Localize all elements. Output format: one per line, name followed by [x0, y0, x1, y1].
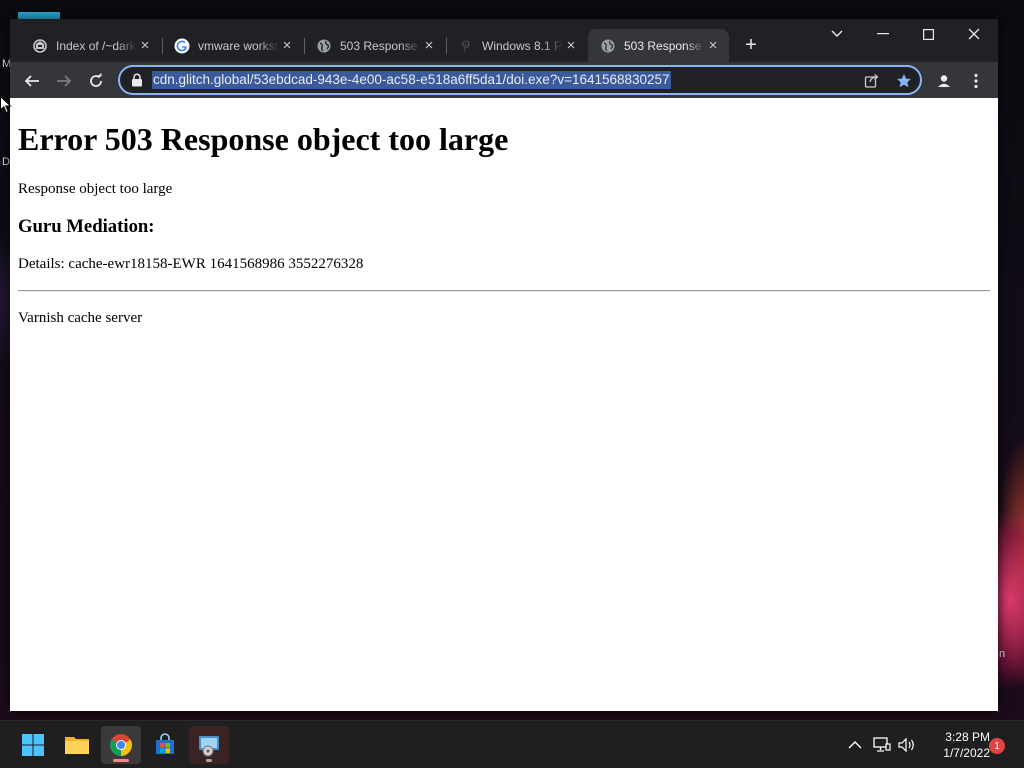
menu-button[interactable]	[962, 67, 990, 95]
setup-icon	[199, 736, 219, 757]
pinterest-icon	[458, 38, 474, 54]
browser-toolbar: cdn.glitch.global/53ebdcad-943e-4e00-ac5…	[10, 62, 998, 98]
reload-icon	[90, 73, 102, 87]
taskbar: 3:28 PM 1/7/2022 1	[0, 720, 1024, 768]
clock-date: 1/7/2022	[943, 746, 990, 760]
browser-window: Index of /~darkne × vmware workstation ×…	[10, 19, 998, 711]
lock-icon[interactable]	[130, 73, 144, 87]
server-footer: Varnish cache server	[18, 310, 143, 326]
notification-badge[interactable]: 1	[989, 738, 1005, 754]
forward-button[interactable]	[50, 67, 78, 95]
tab-title: 503 Response object	[624, 38, 705, 53]
reload-button[interactable]	[82, 67, 110, 95]
error-message: Response object too large	[18, 181, 173, 197]
bookmark-button[interactable]	[894, 71, 914, 91]
chevron-down-icon	[831, 30, 843, 37]
error-details: Details: cache-ewr18158-EWR 1641568986 3…	[18, 256, 364, 272]
chevron-up-icon	[848, 741, 862, 749]
tab-index-of[interactable]: Index of /~darkne ×	[20, 29, 161, 62]
tab-windows-81[interactable]: Windows 8.1 Pro ×	[446, 29, 587, 62]
system-clock[interactable]: 3:28 PM 1/7/2022	[924, 729, 990, 761]
desktop-edge-label: D	[2, 156, 10, 168]
store-button[interactable]	[145, 726, 185, 764]
address-bar[interactable]: cdn.glitch.global/53ebdcad-943e-4e00-ac5…	[118, 65, 922, 95]
tab-title: vmware workstation	[198, 38, 279, 53]
url-text[interactable]: cdn.glitch.global/53ebdcad-943e-4e00-ac5…	[152, 71, 671, 89]
start-button[interactable]	[13, 726, 53, 764]
minimize-icon	[877, 33, 889, 35]
file-explorer-button[interactable]	[57, 726, 97, 764]
network-icon[interactable]	[872, 735, 892, 755]
maximize-icon	[922, 28, 934, 40]
clock-time: 3:28 PM	[945, 730, 990, 744]
tab-title: Windows 8.1 Pro	[482, 38, 563, 53]
show-hidden-icons-button[interactable]	[845, 735, 865, 755]
close-icon	[968, 28, 980, 40]
mouse-cursor-icon	[0, 96, 12, 114]
error-heading: Error 503 Response object too large	[18, 121, 509, 157]
tab-vmware[interactable]: vmware workstation ×	[162, 29, 303, 62]
windows-icon	[22, 734, 44, 756]
volume-icon[interactable]	[897, 735, 917, 755]
kebab-menu-icon	[974, 73, 978, 89]
installer-taskbar-button[interactable]	[189, 726, 229, 764]
google-icon	[174, 38, 190, 54]
close-icon[interactable]: ×	[563, 38, 579, 54]
maximize-button[interactable]	[914, 23, 942, 45]
globe-icon	[316, 38, 332, 54]
arrow-left-icon	[24, 75, 39, 87]
running-indicator	[113, 759, 129, 762]
tab-strip: Index of /~darkne × vmware workstation ×…	[10, 19, 998, 62]
divider	[18, 290, 990, 292]
running-indicator	[206, 759, 212, 762]
close-icon[interactable]: ×	[705, 38, 721, 54]
back-button[interactable]	[18, 67, 46, 95]
store-icon	[156, 733, 174, 754]
page-content: Error 503 Response object too large Resp…	[10, 98, 998, 711]
tab-503-response-active[interactable]: 503 Response object ×	[588, 29, 729, 62]
globe-icon	[600, 38, 616, 54]
guru-mediation-heading: Guru Mediation:	[18, 216, 155, 237]
tab-search-button[interactable]	[823, 23, 851, 45]
tab-503-response[interactable]: 503 Response object ×	[304, 29, 445, 62]
tab-title: Index of /~darkne	[56, 38, 137, 53]
new-tab-button[interactable]: +	[740, 34, 762, 56]
desktop-edge-label: n	[999, 648, 1006, 660]
close-window-button[interactable]	[960, 23, 988, 45]
star-icon	[897, 74, 911, 88]
close-icon[interactable]: ×	[279, 38, 295, 54]
share-icon	[864, 74, 879, 88]
profile-button[interactable]	[930, 67, 958, 95]
archive-icon	[32, 38, 48, 54]
folder-icon	[65, 737, 89, 754]
minimize-button[interactable]	[869, 23, 897, 45]
close-icon[interactable]: ×	[137, 38, 153, 54]
chrome-taskbar-button[interactable]	[101, 726, 141, 764]
close-icon[interactable]: ×	[421, 38, 437, 54]
chrome-icon	[110, 734, 132, 756]
share-button[interactable]	[862, 71, 882, 91]
avatar-icon	[935, 72, 953, 90]
tab-title: 503 Response object	[340, 38, 421, 53]
arrow-right-icon	[57, 75, 72, 87]
